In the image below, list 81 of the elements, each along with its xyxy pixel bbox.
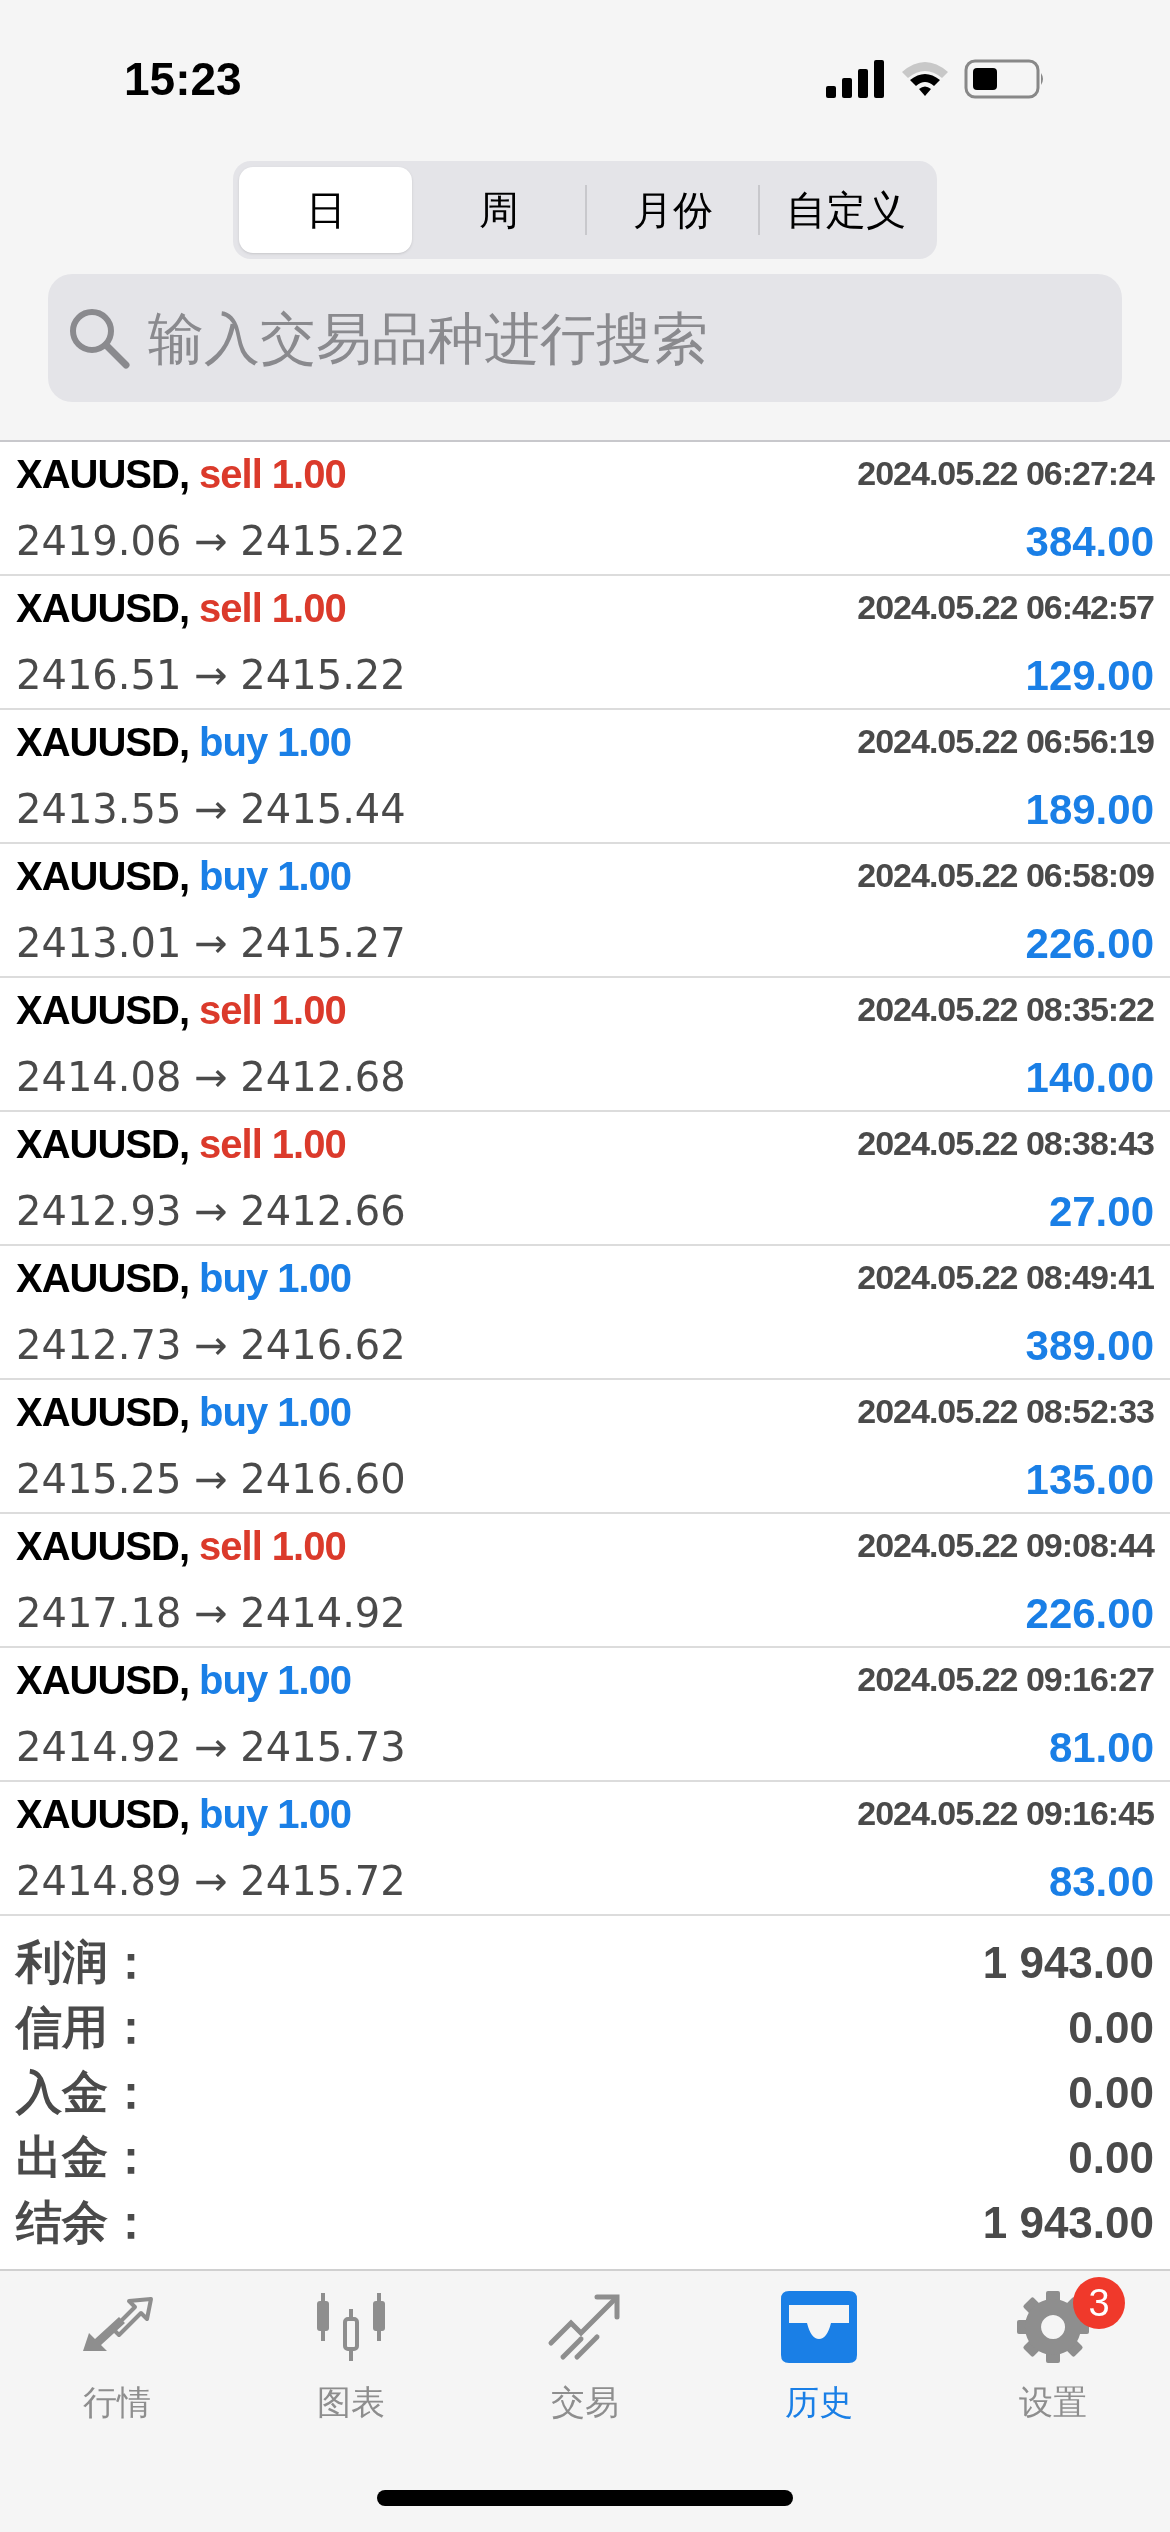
symbol-text: XAUUSD,: [16, 986, 190, 1034]
bottom-tab[interactable]: 历史: [702, 2273, 936, 2428]
order-text: sell 1.00: [199, 986, 346, 1034]
wifi-icon: [900, 60, 950, 98]
profit-value: 140.00: [1025, 1052, 1154, 1103]
profit-value: 226.00: [1025, 1588, 1154, 1639]
order-text: buy 1.00: [199, 1656, 352, 1704]
trade-time: 2024.05.22 06:42:57: [857, 587, 1154, 628]
trade-time: 2024.05.22 06:56:19: [857, 721, 1154, 762]
summary-label: 结余：: [16, 2195, 154, 2250]
summary-value: 1 943.00: [982, 2196, 1154, 2249]
trade-time: 2024.05.22 09:16:27: [857, 1659, 1154, 1700]
summary-label: 入金：: [16, 2065, 154, 2120]
period-tab[interactable]: 月份: [587, 167, 758, 253]
symbol-text: XAUUSD,: [16, 718, 190, 766]
symbol-text: XAUUSD,: [16, 1790, 190, 1838]
symbol-text: XAUUSD,: [16, 1388, 190, 1436]
price-range: 2414.89 → 2415.72: [16, 1857, 406, 1906]
symbol-text: XAUUSD,: [16, 852, 190, 900]
price-range: 2413.01 → 2415.27: [16, 919, 406, 968]
price-range: 2415.25 → 2416.60: [16, 1455, 406, 1504]
status-time: 15:23: [124, 51, 242, 107]
summary-value: 0.00: [1068, 2001, 1154, 2054]
order-text: buy 1.00: [199, 1790, 352, 1838]
notification-badge: 3: [1073, 2277, 1125, 2329]
order-text: sell 1.00: [199, 1120, 346, 1168]
period-tab[interactable]: 周: [412, 167, 585, 253]
order-text: sell 1.00: [199, 1522, 346, 1570]
price-range: 2412.73 → 2416.62: [16, 1321, 406, 1370]
trade-time: 2024.05.22 09:08:44: [857, 1525, 1154, 1566]
trade-time: 2024.05.22 09:16:45: [857, 1793, 1154, 1834]
summary-value: 0.00: [1068, 2131, 1154, 2184]
price-range: 2419.06 → 2415.22: [16, 517, 406, 566]
order-text: buy 1.00: [199, 1388, 352, 1436]
search-field[interactable]: 输入交易品种进行搜索: [48, 274, 1122, 402]
price-range: 2416.51 → 2415.22: [16, 651, 406, 700]
bottom-tab[interactable]: 图表: [234, 2273, 468, 2428]
price-range: 2414.08 → 2412.68: [16, 1053, 406, 1102]
price-range: 2412.93 → 2412.66: [16, 1187, 406, 1236]
order-text: buy 1.00: [199, 852, 352, 900]
summary-label: 信用：: [16, 2000, 154, 2055]
inbox-tray-icon: [781, 2291, 857, 2363]
trade-time: 2024.05.22 06:58:09: [857, 855, 1154, 896]
bottom-tab[interactable]: 3 设置: [936, 2273, 1170, 2428]
summary-label: 利润：: [16, 1935, 154, 1990]
summary-value: 1 943.00: [982, 1936, 1154, 1989]
profit-value: 135.00: [1025, 1454, 1154, 1505]
trade-time: 2024.05.22 08:49:41: [857, 1257, 1154, 1298]
period-tab[interactable]: 日: [239, 167, 412, 253]
price-range: 2413.55 → 2415.44: [16, 785, 406, 834]
profit-value: 226.00: [1025, 918, 1154, 969]
symbol-text: XAUUSD,: [16, 1656, 190, 1704]
symbol-text: XAUUSD,: [16, 450, 190, 498]
profit-value: 83.00: [1048, 1856, 1154, 1907]
summary-value: 0.00: [1068, 2066, 1154, 2119]
symbol-text: XAUUSD,: [16, 584, 190, 632]
order-text: sell 1.00: [199, 584, 346, 632]
trade-time: 2024.05.22 08:38:43: [857, 1123, 1154, 1164]
profit-value: 81.00: [1048, 1722, 1154, 1773]
price-range: 2414.92 → 2415.73: [16, 1723, 406, 1772]
bottom-tab[interactable]: 交易: [468, 2273, 702, 2428]
symbol-text: XAUUSD,: [16, 1522, 190, 1570]
battery-icon: [964, 59, 1046, 99]
order-text: buy 1.00: [199, 718, 352, 766]
period-tab[interactable]: 自定义: [760, 167, 931, 253]
price-range: 2417.18 → 2414.92: [16, 1589, 406, 1638]
symbol-text: XAUUSD,: [16, 1120, 190, 1168]
trade-time: 2024.05.22 08:35:22: [857, 989, 1154, 1030]
profit-value: 129.00: [1025, 650, 1154, 701]
profit-value: 189.00: [1025, 784, 1154, 835]
profit-value: 384.00: [1025, 516, 1154, 567]
profit-value: 389.00: [1025, 1320, 1154, 1371]
bottom-tab[interactable]: 行情: [0, 2273, 234, 2428]
signal-icon: [826, 60, 886, 98]
trade-time: 2024.05.22 08:52:33: [857, 1391, 1154, 1432]
summary-label: 出金：: [16, 2130, 154, 2185]
profit-value: 27.00: [1048, 1186, 1154, 1237]
symbol-text: XAUUSD,: [16, 1254, 190, 1302]
order-text: sell 1.00: [199, 450, 346, 498]
order-text: buy 1.00: [199, 1254, 352, 1302]
trade-time: 2024.05.22 06:27:24: [857, 453, 1154, 494]
